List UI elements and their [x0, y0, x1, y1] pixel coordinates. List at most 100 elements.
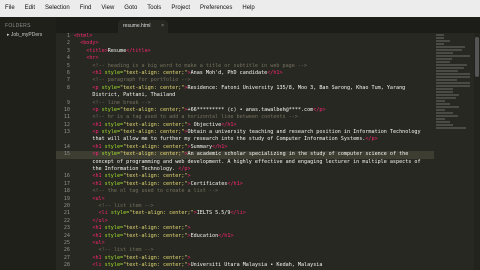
code-line[interactable]: 28 <li style="text-align: center;">Unive…: [56, 262, 434, 269]
line-code: <h1 style="text-align: center;">Summary<…: [92, 143, 228, 150]
menu-item-selection[interactable]: Selection: [40, 0, 75, 17]
line-number: 12: [63, 121, 70, 128]
line-number: 6: [66, 69, 70, 76]
minimap-line: [436, 58, 452, 60]
minimap-line: [436, 67, 464, 69]
code-line[interactable]: 20 <!-- list item -->: [56, 203, 434, 210]
line-code: <p style="text-align: center;">Residence…: [92, 84, 406, 91]
line-number: 16: [63, 173, 70, 180]
scrollbar[interactable]: [474, 33, 480, 270]
tab-bar: resume.html ×: [56, 17, 480, 33]
line-code: </ul>: [92, 217, 108, 224]
code-line[interactable]: 7 <!-- paragraph for portfolio -->: [56, 77, 434, 84]
menu-item-edit[interactable]: Edit: [20, 0, 40, 17]
code-line[interactable]: 16 <h1 style="text-align: center;">: [56, 173, 434, 180]
code-line[interactable]: 13 <p style="text-align: center;">Obtain…: [56, 129, 434, 136]
line-code: <ul>: [92, 195, 105, 202]
menu-item-help[interactable]: Help: [237, 0, 259, 17]
line-number: 28: [63, 262, 70, 269]
line-code: concept of programming and web developme…: [74, 158, 421, 165]
line-code: <!-- paragraph for portfolio -->: [74, 77, 191, 84]
sidebar: FOLDERS ▸ Job_myPDers: [0, 17, 56, 270]
code-line[interactable]: 23 <h1 style="text-align: center;">: [56, 225, 434, 232]
line-code: <body>: [80, 40, 99, 47]
scrollbar-thumb[interactable]: [475, 37, 479, 77]
tab-label: resume.html: [123, 23, 151, 29]
code-line[interactable]: 3 <title>Resume</title>: [56, 48, 434, 55]
code-line[interactable]: 21 <li style="text-align: center;">IELTS…: [56, 210, 434, 217]
sidebar-header: FOLDERS: [5, 23, 31, 29]
minimap-line: [436, 91, 454, 93]
line-code: <p style="text-align: center;">Obtain a …: [92, 129, 421, 136]
line-code: <li style="text-align: center;">IELTS 5.…: [98, 210, 246, 217]
minimap-line: [436, 127, 467, 129]
code-line[interactable]: 5 <!-- heading is a big word to make a t…: [56, 63, 434, 70]
menu-item-goto[interactable]: Goto: [119, 0, 142, 17]
code-line[interactable]: 17 <h1 style="text-align: center;">Certi…: [56, 181, 434, 188]
line-number: 15: [63, 151, 70, 158]
code-line[interactable]: that will allow me to further my researc…: [56, 136, 434, 143]
minimap-line: [436, 112, 454, 114]
minimap-line: [436, 109, 446, 111]
code-line[interactable]: 25 <ul>: [56, 240, 434, 247]
menu-item-view[interactable]: View: [96, 0, 119, 17]
minimap-line: [436, 121, 450, 123]
code-line[interactable]: 18 <!-- the ol tag used to create a list…: [56, 188, 434, 195]
minimap-line: [436, 46, 465, 48]
code-line[interactable]: 12 <h1 style="text-align: center;"> Obje…: [56, 122, 434, 129]
line-number: 25: [63, 239, 70, 246]
line-code: <html>: [74, 33, 93, 39]
minimap-line: [436, 52, 454, 54]
line-number: 27: [63, 254, 70, 261]
menu-item-project[interactable]: Project: [166, 0, 195, 17]
code-line[interactable]: 2 <body>: [56, 40, 434, 47]
code-line[interactable]: 14 <h1 style="text-align: center;">Summa…: [56, 144, 434, 151]
code-line[interactable]: 6 <h1 style="text-align: center;">Anas M…: [56, 70, 434, 77]
code-line[interactable]: 10 <p style="text-align: center;">+66***…: [56, 107, 434, 114]
code-line[interactable]: 27 <h1 style="text-align: center;">: [56, 255, 434, 262]
line-number: 24: [63, 232, 70, 239]
minimap[interactable]: [434, 33, 474, 270]
code-line[interactable]: 24 <h1 style="text-align: center;">Educa…: [56, 233, 434, 240]
line-code: <p style="text-align: center;">An academ…: [92, 151, 409, 158]
line-code: <h1 style="text-align: center;">Certific…: [92, 180, 243, 187]
code-line[interactable]: 8 <p style="text-align: center;">Residen…: [56, 85, 434, 92]
menu-item-file[interactable]: File: [0, 0, 20, 17]
line-number: 26: [63, 247, 70, 254]
line-code: <h1 style="text-align: center;">: [92, 173, 191, 180]
code-line[interactable]: District, Pattani, Thailand: [56, 92, 434, 99]
minimap-line: [436, 64, 467, 66]
minimap-line: [436, 100, 445, 102]
code-line[interactable]: the Information Technology. </p>: [56, 166, 434, 173]
code-line[interactable]: 4 <hr>: [56, 55, 434, 62]
sidebar-folder-item[interactable]: ▸ Job_myPDers: [0, 31, 56, 38]
code-line[interactable]: 15 <p style="text-align: center;">An aca…: [56, 151, 434, 159]
tab-resume[interactable]: resume.html ×: [118, 20, 168, 33]
line-number: 11: [63, 114, 70, 121]
code-editor[interactable]: 1 <html> 2 <body> 3 <title>Resume</title> 4 …: [56, 33, 434, 270]
line-number: 4: [66, 55, 70, 62]
minimap-line: [436, 106, 459, 108]
minimap-line: [436, 94, 459, 96]
line-number: 19: [63, 195, 70, 202]
code-line[interactable]: 9 <!-- line break -->: [56, 100, 434, 107]
line-number: 18: [63, 188, 70, 195]
close-icon[interactable]: ×: [161, 20, 164, 33]
code-line[interactable]: 11 <!-- hr is a tag used to add a horizo…: [56, 114, 434, 121]
code-line[interactable]: 19 <ul>: [56, 196, 434, 203]
line-number: 22: [63, 217, 70, 224]
line-number: 20: [63, 202, 70, 209]
code-line[interactable]: 22 </ul>: [56, 218, 434, 225]
line-code: <li style="text-align: center;">Universi…: [92, 262, 323, 269]
code-line[interactable]: 26 <!-- list item -->: [56, 247, 434, 254]
code-line[interactable]: concept of programming and web developme…: [56, 159, 434, 166]
minimap-line: [436, 43, 445, 45]
line-code: <p style="text-align: center;">+66******…: [92, 106, 326, 113]
menu-item-find[interactable]: Find: [75, 0, 97, 17]
menu-item-tools[interactable]: Tools: [142, 0, 166, 17]
minimap-line: [436, 55, 470, 57]
minimap-line: [436, 34, 444, 36]
code-line[interactable]: 1 <html>: [56, 33, 434, 40]
line-code: <h1 style="text-align: center;">: [92, 225, 191, 232]
menu-item-preferences[interactable]: Preferences: [195, 0, 237, 17]
